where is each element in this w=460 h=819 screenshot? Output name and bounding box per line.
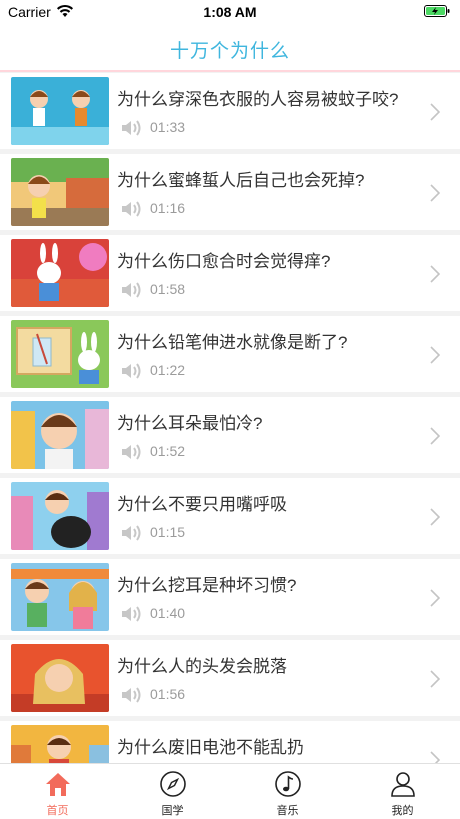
tab-music[interactable]: 音乐 (230, 764, 345, 819)
item-duration: 01:15 (150, 524, 186, 540)
item-duration: 01:52 (150, 443, 186, 459)
item-title: 为什么伤口愈合时会觉得痒? (117, 252, 331, 271)
item-duration: 01:33 (150, 119, 186, 135)
chevron-right-icon (430, 751, 440, 763)
item-title: 为什么蜜蜂蜇人后自己也会死掉? (117, 171, 365, 190)
chevron-right-icon (430, 508, 440, 526)
tab-home[interactable]: 首页 (0, 764, 115, 819)
speaker-icon (122, 444, 141, 460)
battery-charging-icon (424, 5, 450, 17)
chevron-right-icon (430, 427, 440, 445)
thumbnail (11, 77, 109, 145)
item-duration: 01:40 (150, 605, 186, 621)
list-item[interactable]: 为什么蜜蜂蜇人后自己也会死掉? 01:16 (0, 154, 460, 230)
item-duration: 01:56 (150, 686, 186, 702)
thumbnail (11, 239, 109, 307)
thumbnail (11, 401, 109, 469)
speaker-icon (122, 201, 141, 217)
chevron-right-icon (430, 589, 440, 607)
clock: 1:08 AM (203, 4, 257, 20)
speaker-icon (122, 282, 141, 298)
item-title: 为什么耳朵最怕冷? (117, 414, 263, 433)
speaker-icon (122, 120, 141, 136)
nav-bar: 十万个为什么 (0, 24, 460, 72)
speaker-icon (122, 606, 141, 622)
item-title: 为什么废旧电池不能乱扔 (117, 738, 304, 757)
tab-mine[interactable]: 我的 (345, 764, 460, 819)
speaker-icon (122, 363, 141, 379)
tab-bar: 首页 国学 音乐 我的 (0, 763, 460, 819)
item-duration: 01:16 (150, 200, 186, 216)
tab-label: 国学 (161, 805, 184, 817)
list-item[interactable]: 为什么伤口愈合时会觉得痒? 01:58 (0, 235, 460, 311)
question-list[interactable]: 为什么穿深色衣服的人容易被蚊子咬? 01:33 为什么蜜蜂蜇人后自己也会死掉? … (0, 73, 460, 763)
list-item[interactable]: 为什么穿深色衣服的人容易被蚊子咬? 01:33 (0, 73, 460, 149)
tab-label: 首页 (46, 805, 69, 817)
item-duration: 01:22 (150, 362, 186, 378)
tab-label: 我的 (391, 805, 414, 817)
thumbnail (11, 644, 109, 712)
item-title: 为什么不要只用嘴呼吸 (117, 495, 287, 514)
status-bar: Carrier 1:08 AM (0, 0, 460, 24)
item-title: 为什么人的头发会脱落 (117, 657, 287, 676)
chevron-right-icon (430, 346, 440, 364)
page-title: 十万个为什么 (169, 41, 290, 62)
chevron-right-icon (430, 265, 440, 283)
user-icon (391, 772, 415, 797)
list-item[interactable]: 为什么人的头发会脱落 01:56 (0, 640, 460, 716)
list-item[interactable]: 为什么不要只用嘴呼吸 01:15 (0, 478, 460, 554)
tab-label: 音乐 (276, 805, 299, 817)
thumbnail (11, 158, 109, 226)
item-title: 为什么挖耳是种坏习惯? (117, 576, 297, 595)
thumbnail (11, 563, 109, 631)
speaker-icon (122, 525, 141, 541)
item-title: 为什么穿深色衣服的人容易被蚊子咬? (117, 90, 399, 109)
chevron-right-icon (430, 670, 440, 688)
chevron-right-icon (430, 184, 440, 202)
list-item[interactable]: 为什么挖耳是种坏习惯? 01:40 (0, 559, 460, 635)
thumbnail (11, 320, 109, 388)
music-note-icon (275, 771, 301, 797)
list-item[interactable]: 为什么铅笔伸进水就像是断了? 01:22 (0, 316, 460, 392)
compass-icon (160, 771, 186, 797)
speaker-icon (122, 687, 141, 703)
item-duration: 01:58 (150, 281, 186, 297)
list-item[interactable]: 为什么废旧电池不能乱扔 (0, 721, 460, 763)
chevron-right-icon (430, 103, 440, 121)
tab-guoxue[interactable]: 国学 (115, 764, 230, 819)
home-icon (46, 773, 70, 796)
thumbnail (11, 482, 109, 550)
thumbnail (11, 725, 109, 763)
item-title: 为什么铅笔伸进水就像是断了? (117, 333, 348, 352)
list-item[interactable]: 为什么耳朵最怕冷? 01:52 (0, 397, 460, 473)
